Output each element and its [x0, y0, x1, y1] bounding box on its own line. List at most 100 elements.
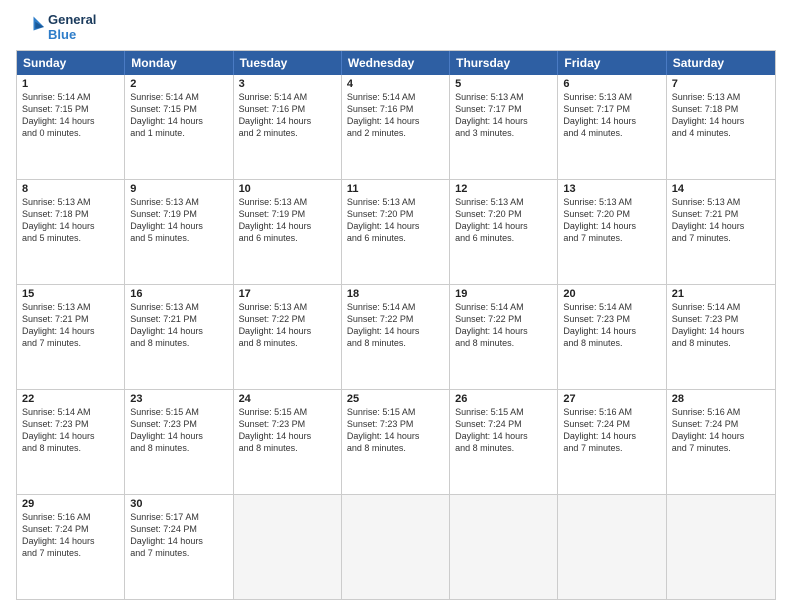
calendar-header-row: SundayMondayTuesdayWednesdayThursdayFrid…: [17, 51, 775, 75]
cell-line: Sunrise: 5:13 AM: [22, 196, 119, 208]
day-cell-7: 7Sunrise: 5:13 AMSunset: 7:18 PMDaylight…: [667, 75, 775, 179]
page: General Blue SundayMondayTuesdayWednesda…: [0, 0, 792, 612]
day-number: 29: [22, 498, 119, 510]
cell-line: Sunset: 7:23 PM: [22, 418, 119, 430]
cell-line: Sunrise: 5:13 AM: [130, 301, 227, 313]
cell-line: Sunrise: 5:14 AM: [347, 301, 444, 313]
day-number: 19: [455, 288, 552, 300]
cell-line: Daylight: 14 hours: [347, 220, 444, 232]
empty-cell: [234, 495, 342, 599]
cell-line: Daylight: 14 hours: [455, 220, 552, 232]
cell-line: Sunrise: 5:14 AM: [672, 301, 770, 313]
day-number: 27: [563, 393, 660, 405]
cell-line: Sunrise: 5:16 AM: [672, 406, 770, 418]
day-cell-2: 2Sunrise: 5:14 AMSunset: 7:15 PMDaylight…: [125, 75, 233, 179]
day-cell-29: 29Sunrise: 5:16 AMSunset: 7:24 PMDayligh…: [17, 495, 125, 599]
cell-line: Sunset: 7:20 PM: [455, 208, 552, 220]
day-cell-1: 1Sunrise: 5:14 AMSunset: 7:15 PMDaylight…: [17, 75, 125, 179]
cell-line: Daylight: 14 hours: [130, 115, 227, 127]
header-cell-friday: Friday: [558, 51, 666, 75]
day-number: 5: [455, 78, 552, 90]
day-cell-19: 19Sunrise: 5:14 AMSunset: 7:22 PMDayligh…: [450, 285, 558, 389]
cell-line: Daylight: 14 hours: [22, 430, 119, 442]
cell-line: Sunset: 7:22 PM: [347, 313, 444, 325]
day-number: 24: [239, 393, 336, 405]
cell-line: and 8 minutes.: [563, 337, 660, 349]
cell-line: Sunrise: 5:13 AM: [672, 196, 770, 208]
cell-line: Daylight: 14 hours: [672, 220, 770, 232]
cell-line: Sunset: 7:18 PM: [672, 103, 770, 115]
cell-line: Sunset: 7:22 PM: [455, 313, 552, 325]
cell-line: Daylight: 14 hours: [239, 325, 336, 337]
logo: General Blue: [16, 12, 96, 42]
empty-cell: [558, 495, 666, 599]
calendar-row-5: 29Sunrise: 5:16 AMSunset: 7:24 PMDayligh…: [17, 494, 775, 599]
cell-line: and 6 minutes.: [239, 232, 336, 244]
day-number: 30: [130, 498, 227, 510]
cell-line: Sunset: 7:18 PM: [22, 208, 119, 220]
cell-line: Daylight: 14 hours: [563, 325, 660, 337]
day-cell-25: 25Sunrise: 5:15 AMSunset: 7:23 PMDayligh…: [342, 390, 450, 494]
cell-line: Sunset: 7:24 PM: [563, 418, 660, 430]
cell-line: Sunrise: 5:16 AM: [563, 406, 660, 418]
header-cell-wednesday: Wednesday: [342, 51, 450, 75]
day-cell-23: 23Sunrise: 5:15 AMSunset: 7:23 PMDayligh…: [125, 390, 233, 494]
cell-line: Sunrise: 5:17 AM: [130, 511, 227, 523]
day-cell-15: 15Sunrise: 5:13 AMSunset: 7:21 PMDayligh…: [17, 285, 125, 389]
cell-line: Sunset: 7:23 PM: [130, 418, 227, 430]
cell-line: Daylight: 14 hours: [22, 115, 119, 127]
cell-line: Sunset: 7:19 PM: [239, 208, 336, 220]
cell-line: and 2 minutes.: [347, 127, 444, 139]
day-cell-30: 30Sunrise: 5:17 AMSunset: 7:24 PMDayligh…: [125, 495, 233, 599]
cell-line: and 3 minutes.: [455, 127, 552, 139]
cell-line: Daylight: 14 hours: [22, 220, 119, 232]
cell-line: and 8 minutes.: [347, 337, 444, 349]
cell-line: Sunset: 7:16 PM: [347, 103, 444, 115]
day-number: 16: [130, 288, 227, 300]
cell-line: Sunrise: 5:13 AM: [22, 301, 119, 313]
cell-line: and 2 minutes.: [239, 127, 336, 139]
day-number: 20: [563, 288, 660, 300]
logo-text: General Blue: [48, 12, 96, 42]
cell-line: and 8 minutes.: [130, 442, 227, 454]
cell-line: Sunrise: 5:15 AM: [239, 406, 336, 418]
cell-line: Sunrise: 5:13 AM: [347, 196, 444, 208]
day-cell-4: 4Sunrise: 5:14 AMSunset: 7:16 PMDaylight…: [342, 75, 450, 179]
day-cell-13: 13Sunrise: 5:13 AMSunset: 7:20 PMDayligh…: [558, 180, 666, 284]
cell-line: Sunrise: 5:13 AM: [563, 91, 660, 103]
cell-line: Sunset: 7:15 PM: [22, 103, 119, 115]
day-number: 8: [22, 183, 119, 195]
cell-line: Sunrise: 5:15 AM: [130, 406, 227, 418]
cell-line: Sunset: 7:16 PM: [239, 103, 336, 115]
logo-icon: [16, 13, 44, 41]
cell-line: Daylight: 14 hours: [239, 430, 336, 442]
cell-line: Sunset: 7:21 PM: [22, 313, 119, 325]
cell-line: Sunrise: 5:14 AM: [130, 91, 227, 103]
cell-line: Daylight: 14 hours: [563, 115, 660, 127]
cell-line: and 6 minutes.: [347, 232, 444, 244]
cell-line: and 7 minutes.: [563, 442, 660, 454]
cell-line: and 7 minutes.: [22, 547, 119, 559]
day-cell-6: 6Sunrise: 5:13 AMSunset: 7:17 PMDaylight…: [558, 75, 666, 179]
calendar: SundayMondayTuesdayWednesdayThursdayFrid…: [16, 50, 776, 600]
day-number: 28: [672, 393, 770, 405]
cell-line: Sunset: 7:24 PM: [130, 523, 227, 535]
cell-line: and 8 minutes.: [22, 442, 119, 454]
day-number: 12: [455, 183, 552, 195]
day-cell-3: 3Sunrise: 5:14 AMSunset: 7:16 PMDaylight…: [234, 75, 342, 179]
cell-line: and 8 minutes.: [455, 442, 552, 454]
cell-line: and 8 minutes.: [672, 337, 770, 349]
cell-line: and 8 minutes.: [347, 442, 444, 454]
empty-cell: [342, 495, 450, 599]
day-cell-11: 11Sunrise: 5:13 AMSunset: 7:20 PMDayligh…: [342, 180, 450, 284]
cell-line: Daylight: 14 hours: [347, 430, 444, 442]
cell-line: and 8 minutes.: [239, 442, 336, 454]
cell-line: Sunrise: 5:13 AM: [455, 91, 552, 103]
cell-line: Sunrise: 5:13 AM: [239, 301, 336, 313]
cell-line: Sunrise: 5:15 AM: [455, 406, 552, 418]
cell-line: Sunset: 7:19 PM: [130, 208, 227, 220]
cell-line: and 0 minutes.: [22, 127, 119, 139]
cell-line: and 7 minutes.: [672, 232, 770, 244]
day-cell-18: 18Sunrise: 5:14 AMSunset: 7:22 PMDayligh…: [342, 285, 450, 389]
cell-line: Daylight: 14 hours: [672, 430, 770, 442]
